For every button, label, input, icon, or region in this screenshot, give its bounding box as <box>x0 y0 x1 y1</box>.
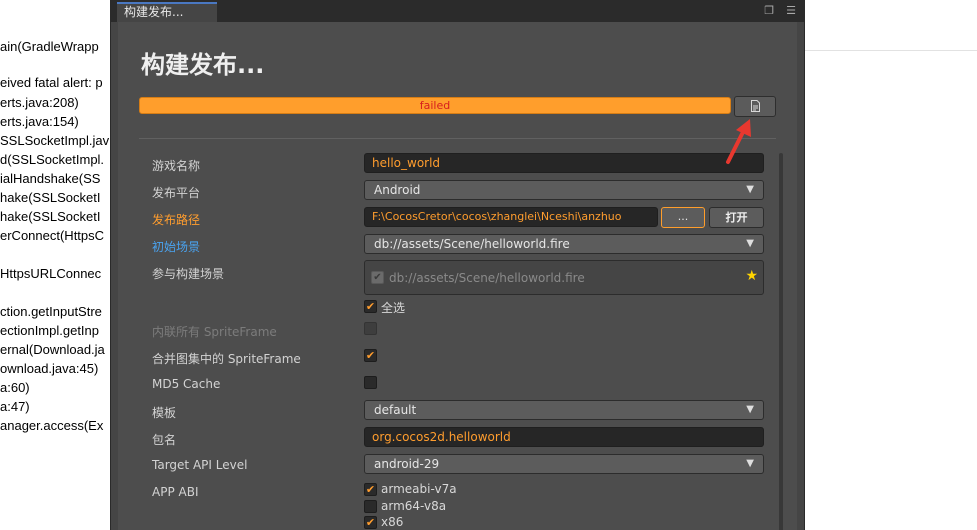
included-scenes-label: 参与构建场景 <box>152 267 225 281</box>
progress-status: failed <box>419 99 451 112</box>
abi-option-label: armeabi-v7a <box>381 482 457 496</box>
tab-build-publish[interactable]: 构建发布... <box>117 2 217 22</box>
log-line: erts.java:208) <box>0 95 79 110</box>
merge-spriteframe-checkbox[interactable]: ✔ <box>364 349 377 362</box>
log-line: eived fatal alert: p <box>0 75 103 90</box>
restore-icon[interactable]: ❐ <box>764 4 774 18</box>
log-line: hake(SSLSocketI <box>0 190 101 205</box>
log-line: HttpsURLConnec <box>0 266 102 281</box>
game-name-label: 游戏名称 <box>152 159 201 173</box>
tab-actions: ❐ ☰ <box>764 4 796 18</box>
tab-bar: 构建发布... ❐ ☰ <box>111 0 804 22</box>
app-abi-label: APP ABI <box>152 485 199 499</box>
abi-arm64-v8a-checkbox[interactable] <box>364 500 377 513</box>
build-panel: 构建发布... failed 游戏名称 hello_world 发布平台 And… <box>118 22 797 530</box>
merge-spriteframe-label: 合并图集中的 SpriteFrame <box>152 352 301 366</box>
log-line: SSLSocketImpl.jav <box>0 133 110 148</box>
target-api-value: android-29 <box>374 457 440 471</box>
log-line: anager.access(Ex <box>0 418 104 433</box>
template-value: default <box>374 403 417 417</box>
open-log-button[interactable] <box>734 96 776 117</box>
log-line: ernal(Download.ja <box>0 342 105 357</box>
game-name-input[interactable]: hello_world <box>364 153 764 173</box>
browse-path-button[interactable]: ... <box>661 207 705 228</box>
log-line: d(SSLSocketImpl. <box>0 152 105 167</box>
build-path-input[interactable]: F:\CocosCretor\cocos\zhanglei\Nceshi\anz… <box>364 207 658 227</box>
target-api-label: Target API Level <box>152 458 248 472</box>
log-line: a:47) <box>0 399 30 414</box>
start-scene-select[interactable]: db://assets/Scene/helloworld.fire ▼ <box>364 234 764 254</box>
abi-option-label: arm64-v8a <box>381 499 447 513</box>
open-path-button[interactable]: 打开 <box>709 207 764 228</box>
start-scene-value: db://assets/Scene/helloworld.fire <box>374 237 570 251</box>
start-scene-label: 初始场景 <box>152 240 201 254</box>
target-api-select[interactable]: android-29 ▼ <box>364 454 764 474</box>
inline-spriteframe-label: 内联所有 SpriteFrame <box>152 325 277 339</box>
star-icon: ★ <box>745 268 758 284</box>
log-line: ain(GradleWrapp <box>0 39 99 54</box>
build-progress-bar: failed <box>139 97 731 114</box>
log-line: erts.java:154) <box>0 114 79 129</box>
select-all-checkbox[interactable]: ✔ <box>364 300 377 313</box>
md5-cache-label: MD5 Cache <box>152 377 221 391</box>
log-line: ialHandshake(SS <box>0 171 101 186</box>
dropdown-arrow-icon: ▼ <box>746 238 754 249</box>
platform-label: 发布平台 <box>152 186 201 200</box>
platform-select[interactable]: Android ▼ <box>364 180 764 200</box>
background-area <box>805 0 977 530</box>
scrollbar[interactable] <box>779 153 783 530</box>
log-line: ownload.java:45) <box>0 361 99 376</box>
annotation-arrow-icon <box>726 119 751 164</box>
menu-icon[interactable]: ☰ <box>786 4 796 18</box>
package-name-input[interactable]: org.cocos2d.helloworld <box>364 427 764 447</box>
dropdown-arrow-icon: ▼ <box>746 404 754 415</box>
background-console-log: ain(GradleWrapp eived fatal alert: p ert… <box>0 0 110 530</box>
template-label: 模板 <box>152 406 177 420</box>
build-path-label: 发布路径 <box>152 213 201 227</box>
template-select[interactable]: default ▼ <box>364 400 764 420</box>
select-all-label: 全选 <box>381 301 406 315</box>
log-line: hake(SSLSocketI <box>0 209 101 224</box>
build-window: 构建发布... ❐ ☰ 构建发布... failed 游戏名称 hello_wo… <box>110 0 805 530</box>
log-line: a:60) <box>0 380 30 395</box>
log-line: ction.getInputStre <box>0 304 102 319</box>
scene-list: ✔ db://assets/Scene/helloworld.fire ★ <box>364 260 764 295</box>
abi-armeabi-v7a-checkbox[interactable]: ✔ <box>364 483 377 496</box>
inline-spriteframe-checkbox <box>364 322 377 335</box>
section-divider <box>139 138 776 139</box>
scene-item: db://assets/Scene/helloworld.fire <box>389 271 585 285</box>
scene-checkbox: ✔ <box>371 271 384 284</box>
dropdown-arrow-icon: ▼ <box>746 458 754 469</box>
log-line: erConnect(HttpsC <box>0 228 105 243</box>
page-title: 构建发布... <box>141 51 265 79</box>
package-name-label: 包名 <box>152 433 177 447</box>
background-divider <box>805 50 977 51</box>
log-line: ectionImpl.getInp <box>0 323 100 338</box>
platform-value: Android <box>374 183 421 197</box>
abi-option-label: x86 <box>381 515 404 529</box>
dropdown-arrow-icon: ▼ <box>746 184 754 195</box>
md5-cache-checkbox[interactable] <box>364 376 377 389</box>
document-icon <box>750 100 760 112</box>
abi-x86-checkbox[interactable]: ✔ <box>364 516 377 529</box>
